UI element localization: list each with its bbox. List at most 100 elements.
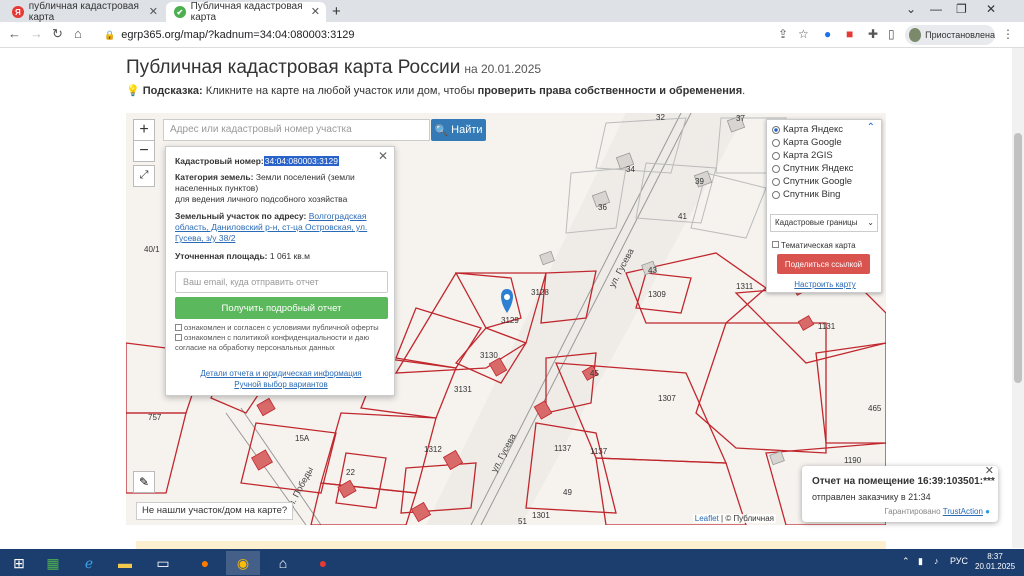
radio[interactable]	[772, 151, 780, 160]
layer-option[interactable]: Спутник Bing	[772, 189, 840, 200]
area-label: Уточненная площадь:	[175, 251, 268, 261]
layer-option[interactable]: Карта Google	[772, 137, 842, 148]
start-icon[interactable]: ⊞	[2, 551, 36, 575]
close-tab-icon[interactable]: ✕	[311, 5, 320, 18]
checkbox[interactable]	[772, 241, 779, 248]
thematic-map-toggle[interactable]: Тематическая карта	[772, 240, 856, 250]
radio[interactable]	[772, 125, 780, 134]
back-icon[interactable]: ←	[8, 26, 21, 41]
area-value: 1 061 кв.м	[269, 251, 310, 261]
map-label: 49	[563, 488, 572, 497]
layer-option[interactable]: Карта 2GIS	[772, 150, 833, 161]
radio[interactable]	[772, 164, 780, 173]
configure-map-link[interactable]: Настроить карту	[767, 280, 883, 289]
radio[interactable]	[772, 138, 780, 147]
privacy-checkbox-row[interactable]: ознакомлен с политикой конфиденциальност…	[175, 333, 390, 353]
checkbox[interactable]	[175, 324, 182, 331]
map-attribution: Leaflet | © Публичная	[692, 514, 776, 523]
map-label: 3129	[501, 316, 519, 325]
checkbox[interactable]	[175, 334, 182, 341]
network-icon[interactable]: ▮	[918, 556, 923, 567]
firefox-icon[interactable]: ●	[188, 551, 222, 575]
chevron-up-icon[interactable]: ⌃	[867, 122, 875, 133]
tab-bar: Я публичная кадастровая карта ✕ ✔ Публич…	[0, 0, 1024, 23]
manual-selection-link[interactable]: Ручной выбор вариантов	[166, 380, 396, 389]
share-icon[interactable]: ⇪	[778, 27, 788, 41]
map-label: 45	[590, 369, 599, 378]
footer-banner	[136, 541, 886, 549]
forward-icon[interactable]: →	[30, 26, 43, 41]
home-icon[interactable]: ⌂	[74, 26, 82, 41]
cadastral-number-value[interactable]: 34:04:080003:3129	[263, 156, 340, 166]
fullscreen-icon[interactable]: ⤢	[133, 165, 155, 187]
yandex-favicon-icon: Я	[12, 6, 24, 18]
profile-button[interactable]: Приостановлена	[905, 25, 995, 45]
monitor-icon[interactable]: ▭	[146, 551, 180, 575]
radio[interactable]	[772, 177, 780, 186]
scrollbar-thumb[interactable]	[1014, 133, 1022, 383]
tab-label: публичная кадастровая карта	[28, 1, 139, 23]
menu-icon[interactable]: ⋮	[1002, 27, 1014, 41]
tab-inactive[interactable]: Я публичная кадастровая карта ✕	[4, 1, 164, 23]
language-indicator[interactable]: РУС	[950, 556, 968, 566]
zoom-in-button[interactable]: +	[133, 119, 155, 141]
not-found-button[interactable]: Не нашли участок/дом на карте?	[136, 502, 294, 520]
layer-option[interactable]: Спутник Яндекс	[772, 163, 853, 174]
leaflet-link[interactable]: Leaflet	[695, 514, 719, 523]
spreadsheet-icon[interactable]: ▦	[36, 551, 70, 575]
offer-checkbox-row[interactable]: ознакомлен и согласен с условиями публич…	[175, 323, 390, 333]
puzzle-icon[interactable]: ✚	[868, 27, 878, 41]
zoom-out-button[interactable]: −	[133, 140, 155, 162]
map-label: 22	[346, 468, 355, 477]
close-window-icon[interactable]: ✕	[986, 2, 996, 16]
search-button[interactable]: 🔍 Найти	[431, 119, 486, 141]
clock-date: 20.01.2025	[975, 562, 1016, 571]
cadastral-map[interactable]: 32 37 34 39 36 41 40/1 43 1309 3128 3129…	[126, 113, 886, 525]
tab-active[interactable]: ✔ Публичная кадастровая карта ✕	[166, 1, 326, 23]
overlay-select[interactable]: Кадастровые границы ⌄	[770, 214, 878, 232]
restore-icon[interactable]: ❐	[956, 2, 967, 16]
layers-panel: ⌃ Карта Яндекс Карта Google Карта 2GIS С…	[766, 119, 882, 293]
new-tab-icon[interactable]: +	[332, 3, 341, 20]
yandex-browser-icon[interactable]: ●	[306, 551, 340, 575]
report-details-link[interactable]: Детали отчета и юридическая информация	[166, 369, 396, 378]
address-search-input[interactable]: Адрес или кадастровый номер участка	[163, 119, 430, 141]
extension-icon[interactable]: ●	[824, 27, 831, 41]
sidebar-icon[interactable]: ▯	[888, 27, 895, 41]
hint-bold: проверить права собственности и обремене…	[477, 85, 743, 97]
chevron-down-icon[interactable]: ⌄	[906, 2, 916, 16]
file-explorer-icon[interactable]: ▬	[108, 551, 142, 575]
home-app-icon[interactable]: ⌂	[266, 551, 300, 575]
volume-icon[interactable]: ♪	[934, 556, 939, 566]
tray-chevron-icon[interactable]: ⌃	[902, 556, 910, 567]
layer-option-label: Спутник Bing	[783, 189, 841, 200]
reload-icon[interactable]: ↻	[52, 26, 63, 42]
map-label: 3131	[454, 385, 472, 394]
radio[interactable]	[772, 190, 780, 199]
land-use-value: для ведения личного подсобного хозяйства	[175, 194, 348, 204]
close-tab-icon[interactable]: ✕	[149, 5, 158, 18]
yandex-extension-icon[interactable]: ■	[846, 27, 853, 41]
layer-option[interactable]: Карта Яндекс	[772, 124, 843, 135]
map-label: 1307	[658, 394, 676, 403]
minimize-icon[interactable]: —	[930, 2, 942, 16]
map-label: 40/1	[144, 245, 160, 254]
map-label: 757	[148, 413, 162, 422]
overlay-select-value: Кадастровые границы	[775, 218, 858, 227]
clock[interactable]: 8:37 20.01.2025	[975, 552, 1015, 572]
map-label: 43	[648, 266, 657, 275]
privacy-agreement-text: ознакомлен с политикой конфиденциальност…	[175, 333, 370, 352]
star-icon[interactable]: ☆	[798, 27, 809, 41]
chrome-icon[interactable]: ◉	[226, 551, 260, 575]
notification-guarantee: Гарантировано TrustAction ●	[884, 507, 990, 516]
taskbar: ⊞ ▦ ℯ ▬ ▭ ● ◉ ⌂ ● ⌃ ▮ ♪ РУС 8:37 20.01.2…	[0, 549, 1024, 576]
layer-option[interactable]: Спутник Google	[772, 176, 852, 187]
pencil-icon[interactable]: ✎	[133, 471, 155, 493]
address-bar[interactable]: 🔒 egrp365.org/map/?kadnum=34:04:080003:3…	[98, 25, 758, 45]
share-link-button[interactable]: Поделиться ссылкой	[777, 254, 870, 274]
trustaction-link[interactable]: TrustAction	[943, 507, 983, 516]
internet-explorer-icon[interactable]: ℯ	[72, 551, 106, 575]
get-report-button[interactable]: Получить подробный отчет	[175, 297, 388, 319]
email-field[interactable]: Ваш email, куда отправить отчет	[175, 271, 388, 293]
scrollbar[interactable]	[1012, 48, 1024, 548]
